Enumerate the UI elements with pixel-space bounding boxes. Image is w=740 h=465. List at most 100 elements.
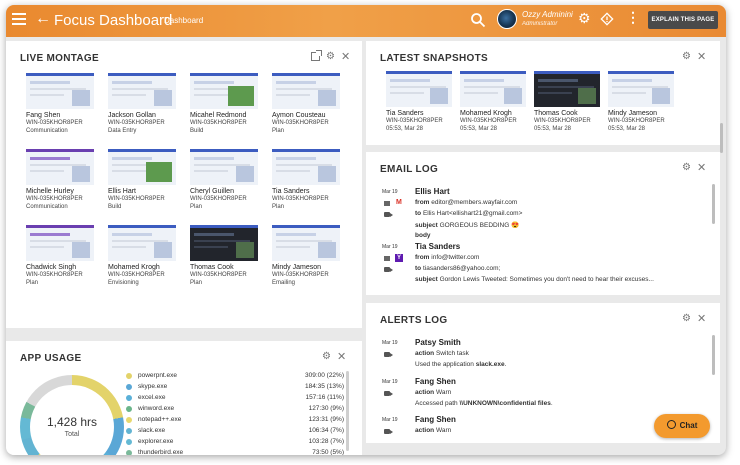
tile-user-name[interactable]: Michelle Hurley [26,188,98,195]
screen-thumbnail[interactable] [272,149,340,185]
panel-close-icon[interactable]: ✕ [337,350,346,363]
montage-tile[interactable]: Micahel Redmond WIN-035KHOR8PER Build [190,73,262,135]
page-scrollbar[interactable] [720,123,723,153]
screen-thumbnail[interactable] [26,149,94,185]
montage-tile[interactable]: Tia Sanders WIN-035KHOR8PER Plan [272,149,344,211]
alert-entry[interactable]: Mar 19 Fang Shen action Warn Accessed pa… [382,377,702,413]
montage-tile[interactable]: Fang Shen WIN-035KHOR8PER Communication [26,73,98,135]
alert-user[interactable]: Fang Shen [415,377,456,386]
snapshot-thumbnail[interactable] [386,71,452,107]
camera-icon[interactable] [384,429,393,434]
screen-thumbnail[interactable] [272,73,340,109]
tile-user-name[interactable]: Cheryl Guillen [190,188,262,195]
scrollbar[interactable] [346,371,349,451]
snapshot-thumbnail[interactable] [534,71,600,107]
panel-settings-gear-icon[interactable]: ⚙ [682,313,691,324]
open-external-icon[interactable] [311,50,322,61]
panel-title: ALERTS LOG [380,315,448,326]
montage-tile[interactable]: Cheryl Guillen WIN-035KHOR8PER Plan [190,149,262,211]
scrollbar[interactable] [712,184,715,224]
tile-user-name[interactable]: Fang Shen [26,112,98,119]
panel-close-icon[interactable]: ✕ [697,50,706,63]
montage-tile[interactable]: Chadwick Singh WIN-035KHOR8PER Plan [26,225,98,287]
chat-label: Chat [679,421,698,430]
tile-user-name[interactable]: Mohamed Krogh [108,264,180,271]
alert-user[interactable]: Fang Shen [415,415,456,424]
montage-tile[interactable]: Jackson Gollan WIN-035KHOR8PER Data Entry [108,73,180,135]
snapshot-user-name[interactable]: Thomas Cook [534,110,606,117]
app-usage-row[interactable]: thunderbird.exe 73:50 (5%) [126,448,344,455]
camera-icon[interactable] [384,212,393,217]
montage-tile[interactable]: Mohamed Krogh WIN-035KHOR8PER Envisioning [108,225,180,287]
hamburger-menu-icon[interactable] [12,13,26,25]
app-usage-row[interactable]: excel.exe 157:16 (11%) [126,393,344,404]
tile-user-name[interactable]: Jackson Gollan [108,112,180,119]
screen-thumbnail[interactable] [108,73,176,109]
snapshot-tile[interactable]: Thomas Cook WIN-035KHOR8PER 05:53, Mar 28 [534,71,606,133]
tile-user-name[interactable]: Mindy Jameson [272,264,344,271]
app-usage-row[interactable]: winword.exe 127:30 (9%) [126,404,344,415]
chat-button[interactable]: Chat [654,414,710,438]
tile-user-name[interactable]: Ellis Hart [108,188,180,195]
tile-user-name[interactable]: Thomas Cook [190,264,262,271]
tile-user-name[interactable]: Chadwick Singh [26,264,98,271]
panel-close-icon[interactable]: ✕ [341,50,350,63]
tile-activity: Plan [26,280,39,286]
panel-close-icon[interactable]: ✕ [697,161,706,174]
scrollbar[interactable] [712,335,715,375]
user-name[interactable]: Ozzy Adminini [522,10,573,19]
alert-user[interactable]: Patsy Smith [415,338,461,347]
screen-thumbnail[interactable] [190,149,258,185]
email-entry[interactable]: Mar 19 Ellis Hart M from editor@members.… [382,187,702,239]
panel-settings-gear-icon[interactable]: ⚙ [326,51,335,62]
screen-thumbnail[interactable] [26,225,94,261]
app-usage-row[interactable]: slack.exe 106:34 (7%) [126,426,344,437]
app-usage-row[interactable]: skype.exe 184:35 (13%) [126,382,344,393]
screen-thumbnail[interactable] [108,149,176,185]
screen-thumbnail[interactable] [26,73,94,109]
montage-tile[interactable]: Michelle Hurley WIN-035KHOR8PER Communicat… [26,149,98,211]
snapshot-user-name[interactable]: Mohamed Krogh [460,110,532,117]
panel-settings-gear-icon[interactable]: ⚙ [322,351,331,362]
alert-detail: Used the application slack.exe. [415,361,507,368]
panel-settings-gear-icon[interactable]: ⚙ [682,51,691,62]
snapshot-thumbnail[interactable] [608,71,674,107]
snapshot-tile[interactable]: Mindy Jameson WIN-035KHOR8PER 05:53, Mar 2… [608,71,680,133]
snapshot-tile[interactable]: Mohamed Krogh WIN-035KHOR8PER 05:53, Mar 2… [460,71,532,133]
app-usage-row[interactable]: notepad++.exe 123:31 (9%) [126,415,344,426]
settings-gear-icon[interactable]: ⚙ [578,10,591,27]
email-user[interactable]: Ellis Hart [415,187,450,196]
back-arrow-icon[interactable]: ← [35,10,51,28]
explain-page-button[interactable]: EXPLAIN THIS PAGE [648,11,718,29]
screen-thumbnail[interactable] [108,225,176,261]
email-entry[interactable]: Mar 19 Tia Sanders Y from info@twitter.c… [382,242,702,292]
more-options-icon[interactable]: ⋮ [626,9,640,26]
camera-icon[interactable] [384,391,393,396]
alert-diamond-icon[interactable] [600,12,614,26]
montage-tile[interactable]: Mindy Jameson WIN-035KHOR8PER Emailing [272,225,344,287]
montage-tile[interactable]: Aymon Cousteau WIN-035KHOR8PER Plan [272,73,344,135]
email-user[interactable]: Tia Sanders [415,242,460,251]
snapshot-user-name[interactable]: Mindy Jameson [608,110,680,117]
camera-icon[interactable] [384,352,393,357]
avatar[interactable] [497,9,517,29]
app-usage-row[interactable]: explorer.exe 103:28 (7%) [126,437,344,448]
screen-thumbnail[interactable] [272,225,340,261]
montage-tile[interactable]: Thomas Cook WIN-035KHOR8PER Plan [190,225,262,287]
search-icon[interactable] [470,12,486,28]
panel-close-icon[interactable]: ✕ [697,312,706,325]
snapshot-thumbnail[interactable] [460,71,526,107]
tile-user-name[interactable]: Tia Sanders [272,188,344,195]
snapshot-user-name[interactable]: Tia Sanders [386,110,458,117]
tile-user-name[interactable]: Micahel Redmond [190,112,262,119]
snapshot-tile[interactable]: Tia Sanders WIN-035KHOR8PER 05:53, Mar 28 [386,71,458,133]
screen-thumbnail[interactable] [190,225,258,261]
tile-user-name[interactable]: Aymon Cousteau [272,112,344,119]
camera-icon[interactable] [384,267,393,272]
app-usage-row[interactable]: powerpnt.exe 309:00 (22%) [126,371,344,382]
alert-entry[interactable]: Mar 19 Patsy Smith action Switch task Us… [382,338,702,374]
montage-tile[interactable]: Ellis Hart WIN-035KHOR8PER Build [108,149,180,211]
panel-title: APP USAGE [20,353,82,364]
screen-thumbnail[interactable] [190,73,258,109]
panel-settings-gear-icon[interactable]: ⚙ [682,162,691,173]
